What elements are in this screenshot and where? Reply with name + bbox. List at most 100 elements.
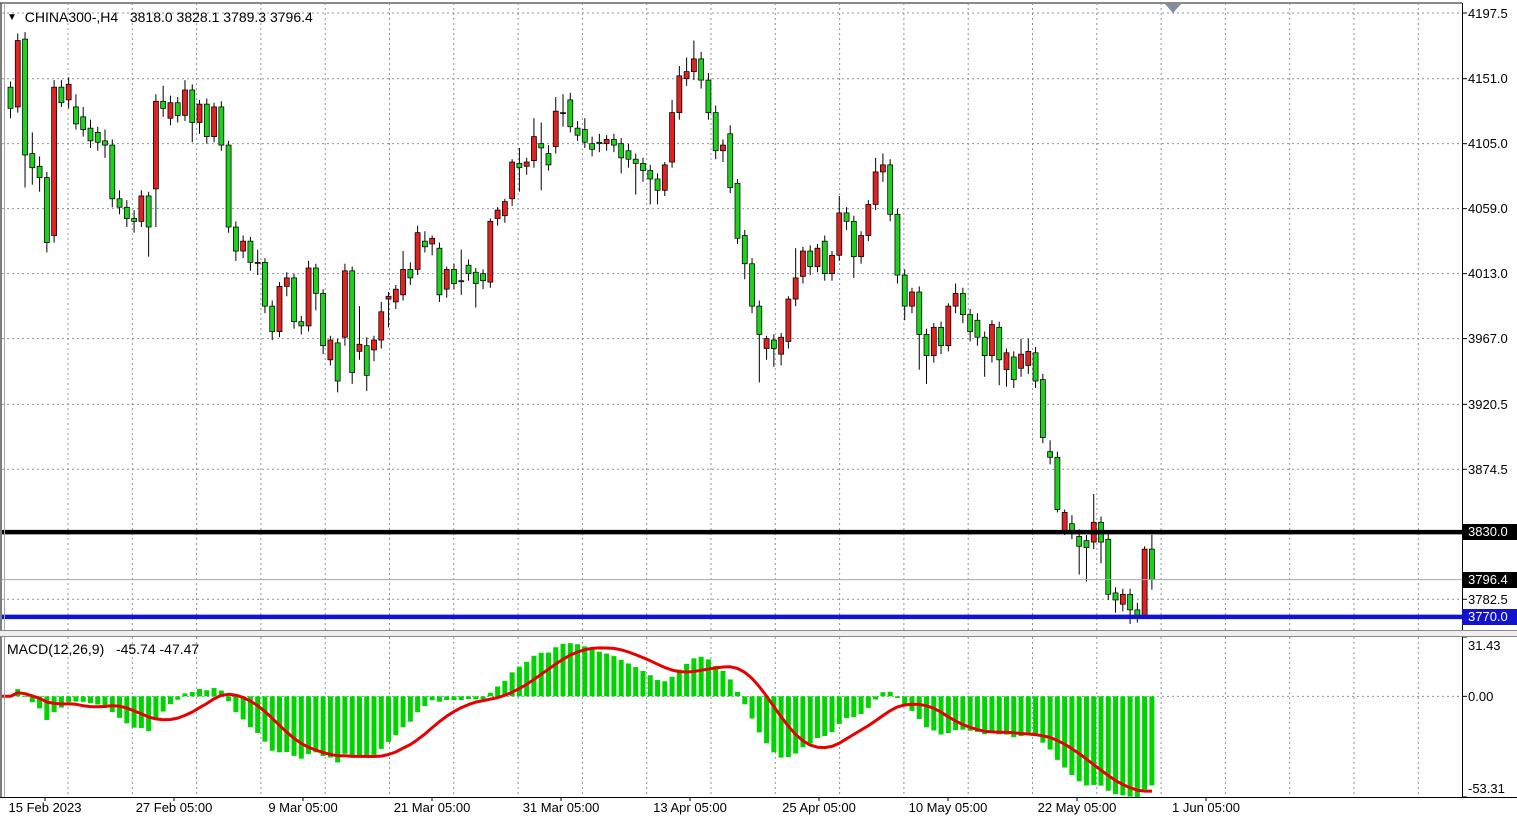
bull-candle — [430, 238, 435, 244]
macd-bar — [335, 696, 340, 762]
macd-bar — [989, 696, 994, 732]
macd-bar — [379, 696, 384, 749]
macd-bar — [851, 696, 856, 717]
macd-bar — [262, 696, 267, 741]
bear-candle — [1135, 610, 1140, 616]
symbol-dropdown-icon[interactable]: ▼ — [7, 12, 17, 23]
bear-candle — [539, 144, 544, 148]
chart-shift-marker[interactable] — [1165, 4, 1181, 13]
macd-bar — [691, 658, 696, 696]
macd-bar — [1128, 696, 1133, 796]
bull-candle — [1120, 594, 1125, 604]
bear-candle — [735, 183, 740, 238]
bear-candle — [408, 269, 413, 277]
bull-candle — [946, 306, 951, 346]
chart-window: ▼ CHINA300-,H4 3818.0 3828.1 3789.3 3796… — [0, 0, 1517, 825]
macd-bar — [88, 696, 93, 703]
bear-candle — [321, 293, 326, 345]
bear-candle — [924, 334, 929, 355]
bear-candle — [648, 171, 653, 179]
time-axis-label: 22 May 05:00 — [1038, 800, 1117, 815]
bear-candle — [851, 221, 856, 256]
macd-bar — [95, 696, 100, 704]
pane-splitter[interactable] — [0, 630, 1517, 637]
macd-bar — [735, 692, 740, 697]
macd-bar — [568, 643, 573, 696]
macd-bar — [655, 680, 660, 696]
time-axis-label: 25 Apr 05:00 — [782, 800, 856, 815]
bull-candle — [691, 59, 696, 72]
bull-candle — [415, 233, 420, 270]
bull-candle — [212, 107, 217, 137]
bull-candle — [830, 255, 835, 273]
macd-bar — [546, 653, 551, 697]
macd-bar — [161, 696, 166, 711]
macd-bar — [1004, 696, 1009, 734]
macd-bar — [524, 662, 529, 697]
macd-bar — [982, 696, 987, 734]
macd-bar — [1091, 696, 1096, 785]
bull-candle — [604, 139, 609, 143]
bear-candle — [110, 145, 115, 199]
bear-candle — [219, 107, 224, 145]
macd-bar — [422, 696, 427, 706]
bull-candle — [931, 327, 936, 355]
macd-bar — [953, 696, 958, 730]
bear-candle — [8, 87, 13, 108]
bear-candle — [960, 293, 965, 314]
macd-bar — [153, 696, 158, 720]
macd-bar — [582, 646, 587, 696]
bear-candle — [59, 87, 64, 103]
macd-bar — [779, 696, 784, 757]
macd-bar — [299, 696, 304, 758]
macd-bar — [103, 696, 108, 705]
macd-bar — [1149, 696, 1154, 785]
macd-bar — [553, 647, 558, 696]
bull-candle — [684, 72, 689, 79]
macd-bar — [837, 696, 842, 724]
price-axis-label: 3874.5 — [1468, 462, 1508, 477]
resistance-line-price-tag: 3830.0 — [1462, 524, 1517, 540]
bear-candle — [1149, 549, 1154, 580]
bull-candle — [277, 286, 282, 331]
bull-candle — [241, 241, 246, 251]
bear-candle — [204, 104, 209, 136]
macd-bar — [204, 690, 209, 696]
bear-candle — [313, 268, 318, 293]
bear-candle — [270, 306, 275, 331]
bear-candle — [466, 265, 471, 273]
bull-candle — [284, 278, 289, 286]
last-bar-ohlc: 3818.0 3828.1 3789.3 3796.4 — [130, 9, 313, 25]
macd-axis-label: 31.43 — [1468, 638, 1501, 653]
chart-canvas[interactable] — [0, 0, 1517, 825]
macd-bar — [750, 696, 755, 718]
macd-bar — [706, 659, 711, 696]
macd-bar — [699, 657, 704, 697]
bull-candle — [909, 292, 914, 306]
bear-candle — [1077, 536, 1082, 546]
bear-candle — [95, 132, 100, 142]
price-axis-label: 4105.0 — [1468, 136, 1508, 151]
bear-candle — [568, 100, 573, 127]
macd-bar — [888, 692, 893, 697]
macd-bar — [1069, 696, 1074, 775]
macd-axis-label: 0.00 — [1468, 689, 1493, 704]
bear-candle — [590, 144, 595, 150]
time-axis-label: 10 May 05:00 — [909, 800, 988, 815]
bull-candle — [1142, 549, 1147, 615]
bear-candle — [728, 134, 733, 188]
macd-bar — [1055, 696, 1060, 760]
bear-candle — [161, 101, 166, 108]
macd-bar — [561, 644, 566, 697]
bull-candle — [1004, 353, 1009, 370]
macd-bar — [1048, 696, 1053, 749]
bull-candle — [531, 137, 536, 161]
bear-candle — [640, 163, 645, 170]
bear-candle — [750, 264, 755, 306]
bear-candle — [546, 154, 551, 165]
bear-candle — [1113, 593, 1118, 600]
bull-candle — [561, 113, 566, 114]
bear-candle — [1048, 452, 1053, 458]
bull-candle — [1026, 351, 1031, 365]
macd-histogram — [8, 643, 1154, 797]
